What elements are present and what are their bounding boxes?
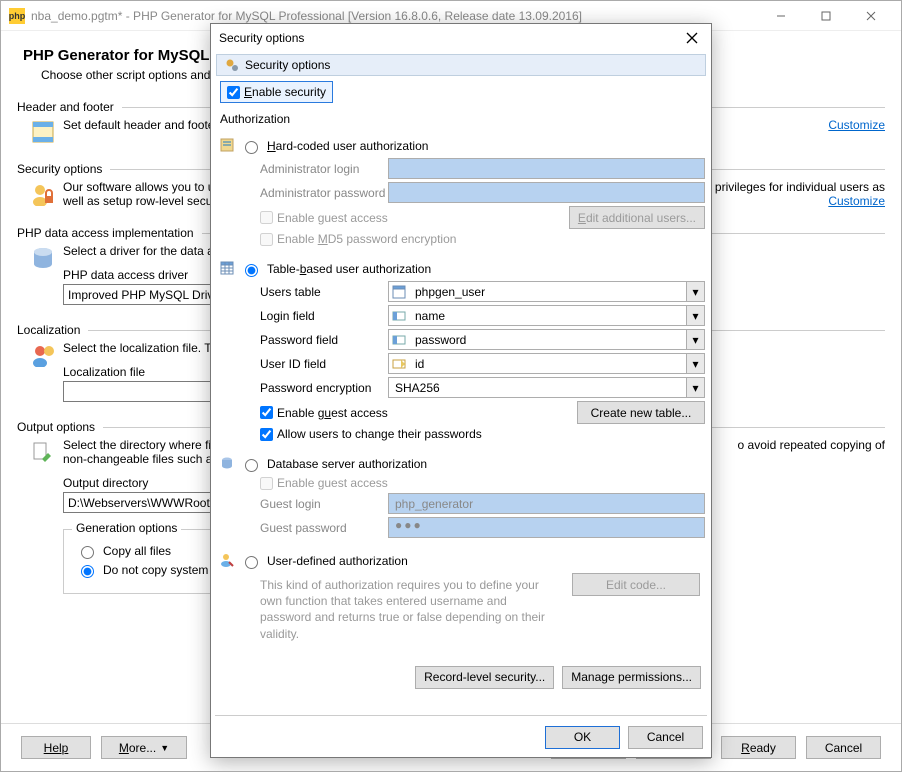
- password-enc-combo[interactable]: SHA256▾: [388, 377, 705, 398]
- userid-field-label: User ID field: [260, 357, 388, 371]
- admin-password-label: Administrator password: [260, 186, 388, 200]
- guest-password-input: ●●●: [388, 517, 705, 538]
- section-header-footer-title: Header and footer: [17, 100, 114, 114]
- output-desc-left: Select the directory where fil non-chang…: [63, 438, 218, 466]
- radio-db-server[interactable]: [245, 459, 258, 472]
- section-output-title: Output options: [17, 420, 95, 434]
- dialog-ok-button[interactable]: OK: [545, 726, 620, 749]
- password-field-combo[interactable]: password▾: [388, 329, 705, 350]
- chevron-down-icon[interactable]: ▾: [686, 354, 704, 373]
- enable-md5-checkbox: Enable MD5 password encryption: [260, 232, 456, 246]
- table-enable-guest-checkbox[interactable]: Enable guest access: [260, 406, 388, 420]
- allow-change-password-checkbox[interactable]: Allow users to change their passwords: [260, 427, 482, 441]
- cancel-button[interactable]: Cancel: [806, 736, 881, 759]
- window-title: nba_demo.pgtm* - PHP Generator for MySQL…: [31, 9, 582, 23]
- section-php-title: PHP data access implementation: [17, 226, 194, 240]
- users-table-combo[interactable]: phpgen_user▾: [388, 281, 705, 302]
- db-enable-guest-checkbox: Enable guest access: [260, 476, 388, 490]
- password-field-label: Password field: [260, 333, 388, 347]
- user-defined-desc: This kind of authorization requires you …: [260, 577, 560, 642]
- more-button[interactable]: More...▼: [101, 736, 187, 759]
- guest-password-label: Guest password: [260, 521, 388, 535]
- security-desc-right: e privileges for individual users as: [705, 180, 885, 194]
- radio-hardcoded[interactable]: [245, 141, 258, 154]
- db-server-icon: [220, 456, 234, 470]
- edit-code-button: Edit code...: [572, 573, 700, 596]
- password-enc-label: Password encryption: [260, 381, 388, 395]
- radio-table-based[interactable]: [245, 264, 258, 277]
- generation-options-title: Generation options: [72, 521, 181, 535]
- create-new-table-button[interactable]: Create new table...: [577, 401, 705, 424]
- table-based-icon: [220, 261, 234, 275]
- radio-user-defined[interactable]: [245, 556, 258, 569]
- app-icon: php: [9, 8, 25, 24]
- hardcoded-enable-guest-checkbox: Enable guest access: [260, 211, 388, 225]
- section-security-title: Security options: [17, 162, 102, 176]
- output-icon: [31, 440, 55, 464]
- dialog-titlebar: Security options: [211, 24, 711, 52]
- dialog-cancel-button[interactable]: Cancel: [628, 726, 703, 749]
- userid-field-combo[interactable]: id▾: [388, 353, 705, 374]
- radio-table-based-label: Table-based user authorization: [267, 262, 431, 276]
- chevron-down-icon[interactable]: ▾: [686, 282, 704, 301]
- admin-login-input: [388, 158, 705, 179]
- radio-db-server-label: Database server authorization: [267, 457, 427, 471]
- enable-security-checkbox[interactable]: Enable security: [227, 85, 326, 99]
- user-defined-icon: [220, 553, 234, 567]
- admin-password-input: [388, 182, 705, 203]
- authorization-label: Authorization: [220, 112, 705, 126]
- output-desc-right: o avoid repeated copying of: [738, 438, 885, 466]
- dialog-close-button[interactable]: [681, 27, 703, 49]
- security-options-dialog: Security options Security options Enable…: [210, 23, 712, 758]
- minimize-button[interactable]: [758, 2, 803, 30]
- ready-button[interactable]: Ready: [721, 736, 796, 759]
- header-footer-icon: [31, 120, 55, 144]
- localization-icon: [31, 343, 55, 367]
- header-footer-desc: Set default header and foote: [63, 118, 214, 132]
- chevron-down-icon[interactable]: ▾: [686, 378, 704, 397]
- login-field-combo[interactable]: name▾: [388, 305, 705, 326]
- dialog-tab-label: Security options: [245, 58, 330, 72]
- section-localization-title: Localization: [17, 323, 80, 337]
- record-level-security-button[interactable]: Record-level security...: [415, 666, 554, 689]
- radio-copy-all[interactable]: [81, 546, 94, 559]
- close-button[interactable]: [848, 2, 893, 30]
- users-table-label: Users table: [260, 285, 388, 299]
- dialog-tab-security[interactable]: Security options: [216, 54, 706, 76]
- manage-permissions-button[interactable]: Manage permissions...: [562, 666, 701, 689]
- header-footer-customize-link[interactable]: Customize: [828, 118, 885, 132]
- security-customize-link[interactable]: Customize: [828, 194, 885, 208]
- database-icon: [31, 246, 55, 270]
- hardcoded-icon: [220, 138, 234, 152]
- security-icon: [31, 182, 55, 206]
- radio-user-defined-label: User-defined authorization: [267, 554, 408, 568]
- radio-copy-all-label: Copy all files: [103, 544, 171, 558]
- guest-login-label: Guest login: [260, 497, 388, 511]
- login-field-label: Login field: [260, 309, 388, 323]
- guest-login-input: php_generator: [388, 493, 705, 514]
- dialog-title: Security options: [219, 31, 304, 45]
- edit-additional-users-button: Edit additional users...: [569, 206, 705, 229]
- radio-hardcoded-label: Hard-coded user authorization: [267, 139, 428, 153]
- chevron-down-icon[interactable]: ▾: [686, 306, 704, 325]
- help-button[interactable]: Help: [21, 736, 91, 759]
- maximize-button[interactable]: [803, 2, 848, 30]
- security-desc-left: Our software allows you to u well as set…: [63, 180, 216, 208]
- chevron-down-icon[interactable]: ▾: [686, 330, 704, 349]
- admin-login-label: Administrator login: [260, 162, 388, 176]
- radio-no-system[interactable]: [81, 565, 94, 578]
- gears-icon: [225, 58, 239, 72]
